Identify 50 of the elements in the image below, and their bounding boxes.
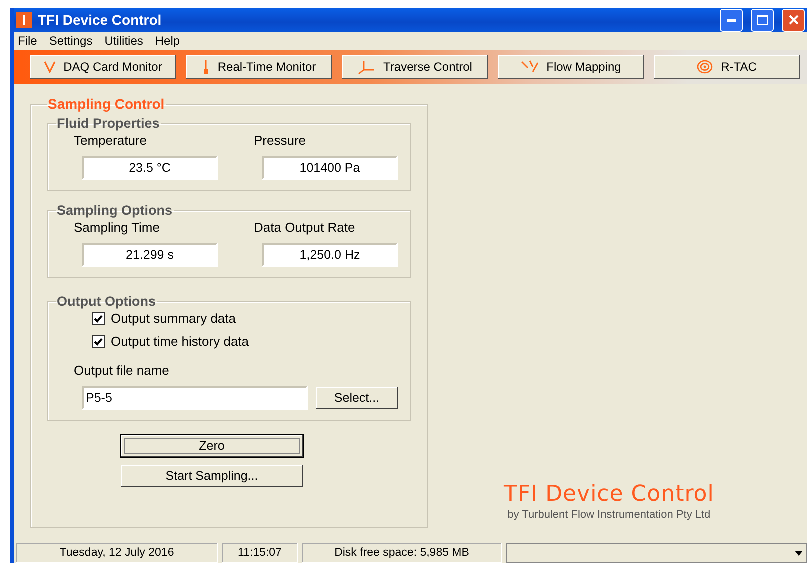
brand-subtitle: by Turbulent Flow Instrumentation Pty Ltd <box>508 509 711 521</box>
toolbar-button[interactable]: Real-Time Monitor <box>186 55 332 79</box>
status-panel: 11:15:07 <box>222 543 298 563</box>
field-label: Data Output Rate <box>254 220 356 235</box>
minimize-icon <box>727 18 736 22</box>
group-title: Fluid Properties <box>56 116 161 131</box>
app-icon <box>16 12 32 28</box>
input-field[interactable]: 101400 Pa <box>262 156 398 180</box>
window-title: TFI Device Control <box>38 12 163 28</box>
group-title: Sampling Control <box>47 96 166 112</box>
input-field[interactable]: P5-5 <box>82 386 308 410</box>
menu-item[interactable]: Help <box>155 34 180 48</box>
probe-icon <box>202 59 210 75</box>
menu-item[interactable]: Utilities <box>104 34 144 48</box>
field-label: Sampling Time <box>74 220 161 235</box>
input-field[interactable]: 21.299 s <box>82 243 218 267</box>
toolbar-button[interactable]: Flow Mapping <box>498 55 644 79</box>
spiral-icon <box>697 60 714 74</box>
action-button[interactable]: Start Sampling... <box>121 465 303 487</box>
flow-arrows-icon <box>520 59 539 75</box>
maximize-icon <box>757 15 768 25</box>
maximize-button[interactable] <box>751 8 774 32</box>
checkbox-label: Output summary data <box>111 311 236 326</box>
select-button[interactable]: Select... <box>316 387 398 409</box>
checkbox-label: Output time history data <box>111 334 250 349</box>
input-field[interactable]: 1,250.0 Hz <box>262 243 398 267</box>
group-title: Output Options <box>56 294 157 309</box>
axes-icon <box>358 59 376 75</box>
minimize-button[interactable] <box>720 8 743 32</box>
dropdown[interactable] <box>506 543 807 563</box>
toolbar-button[interactable]: R-TAC <box>654 55 800 79</box>
close-icon <box>788 15 798 25</box>
field-label: Output file name <box>73 363 170 378</box>
menu-item[interactable]: File <box>18 34 38 48</box>
action-button[interactable]: Zero <box>121 435 303 457</box>
v-shape-icon <box>44 61 56 73</box>
group-title: Sampling Options <box>56 203 174 218</box>
checkbox[interactable] <box>92 335 105 348</box>
checkbox[interactable] <box>92 312 105 325</box>
dropdown-arrow-icon <box>795 550 803 556</box>
menu-item[interactable]: Settings <box>49 34 93 48</box>
status-panel: Tuesday, 12 July 2016 <box>16 543 218 563</box>
toolbar-button[interactable]: Traverse Control <box>342 55 488 79</box>
field-label: Temperature <box>74 133 148 148</box>
field-label: Pressure <box>254 133 308 148</box>
input-field[interactable]: 23.5 °C <box>82 156 218 180</box>
toolbar-button[interactable]: DAQ Card Monitor <box>30 55 176 79</box>
status-panel: Disk free space: 5,985 MB <box>302 543 502 563</box>
close-button[interactable] <box>782 8 805 32</box>
brand-title: TFI Device Control <box>504 482 714 507</box>
